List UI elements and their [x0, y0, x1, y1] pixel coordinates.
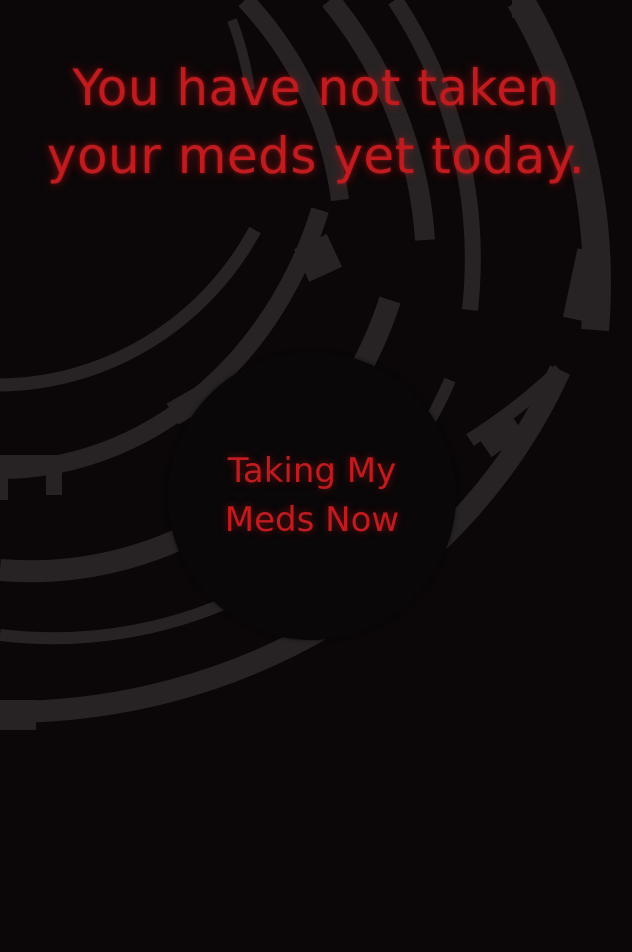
ring-notch	[0, 700, 36, 730]
reminder-headline-line-2: your meds yet today.	[46, 127, 586, 185]
button-label-line-1: Taking My	[227, 451, 397, 491]
ring-notch	[0, 470, 8, 500]
taking-meds-now-button[interactable]: Taking My Meds Now	[168, 352, 456, 640]
reminder-screen: You have not taken your meds yet today. …	[0, 0, 632, 952]
taking-meds-now-label: Taking My Meds Now	[225, 447, 399, 545]
ring-inner	[0, 226, 261, 392]
reminder-headline-line-1: You have not taken	[72, 59, 560, 117]
button-label-line-2: Meds Now	[224, 500, 400, 540]
reminder-headline: You have not taken your meds yet today.	[0, 54, 632, 190]
ring-notch	[512, 0, 534, 18]
ring-notch	[46, 455, 62, 495]
